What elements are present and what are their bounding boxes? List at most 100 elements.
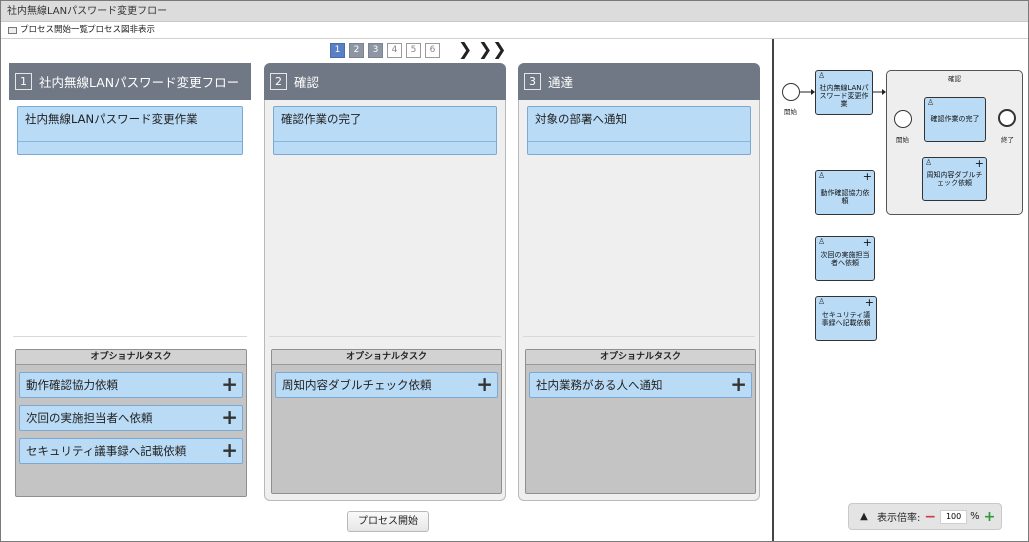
diagram-task-main[interactable]: ♙ 社内無線LANパスワード変更作業 [815, 70, 873, 115]
add-icon: + [862, 236, 872, 249]
page-1[interactable]: 1 [330, 43, 345, 58]
start-label: 開始 [784, 108, 797, 116]
divider [13, 336, 247, 337]
task-label: 確認作業の完了 [281, 112, 362, 126]
optional-tasks-title: オプショナルタスク [272, 350, 501, 365]
step-header-1: 1 社内無線LANパスワード変更フロー [9, 63, 251, 100]
diagram-optional-task[interactable]: ♙ + 周知内容ダブルチェック依頼 [922, 157, 987, 201]
add-icon[interactable]: + [221, 440, 238, 460]
optional-tasks-title: オプショナルタスク [16, 350, 246, 365]
step-header-3: 3 通達 [518, 63, 760, 100]
optional-task-item[interactable]: 次回の実施担当者へ依頼 + [19, 405, 243, 431]
step-header-2: 2 確認 [264, 63, 506, 100]
task-label: 社内無線LANパスワード変更作業 [25, 112, 198, 126]
start-process-button[interactable]: プロセス開始 [347, 511, 429, 532]
person-icon: ♙ [818, 171, 826, 180]
step-number: 1 [15, 73, 32, 90]
step-body-1: 社内無線LANパスワード変更作業 オプショナルタスク 動作確認協力依頼 + 次回… [9, 100, 251, 536]
group-start-label: 開始 [896, 136, 909, 144]
step-title: 社内無線LANパスワード変更フロー [39, 75, 240, 90]
process-diagram-toggle[interactable]: プロセス図非表示 [87, 22, 155, 38]
optional-task-item[interactable]: セキュリティ議事録へ記載依頼 + [19, 438, 243, 464]
start-event[interactable] [782, 83, 800, 101]
task-label: 対象の部署へ通知 [535, 112, 627, 126]
add-icon[interactable]: + [221, 407, 238, 427]
process-steps-panel: 1 2 3 4 5 6 ❯ ❯❯ 1 社内無線LANパスワード変更フロー 社内無… [1, 39, 773, 541]
person-icon: ♙ [818, 71, 826, 80]
person-icon: ♙ [818, 237, 826, 246]
page-4[interactable]: 4 [387, 43, 402, 58]
process-list-button[interactable]: プロセス開始一覧 [8, 22, 88, 38]
zoom-control: ▲ 表示倍率: − % + [848, 503, 1002, 530]
page-3[interactable]: 3 [368, 43, 383, 58]
diagram-task-label: 次回の実施担当者へ依頼 [820, 251, 870, 267]
step-body-2: 確認作業の完了 オプショナルタスク 周知内容ダブルチェック依頼 + [264, 100, 506, 501]
step-number: 3 [524, 73, 541, 90]
next-page-icon[interactable]: ❯ [458, 42, 472, 59]
diagram-optional-task[interactable]: ♙ + 動作確認協力依頼 [815, 170, 875, 215]
optional-tasks-box: オプショナルタスク 周知内容ダブルチェック依頼 + [271, 349, 502, 494]
divider [269, 336, 501, 337]
step-title: 通達 [548, 75, 574, 90]
step-pager: 1 2 3 4 5 6 ❯ ❯❯ [330, 42, 507, 59]
page-2[interactable]: 2 [349, 43, 364, 58]
process-diagram-label: プロセス図非表示 [87, 25, 156, 35]
diagram-task-label: 社内無線LANパスワード変更作業 [819, 84, 869, 108]
diagram-task-label: 動作確認協力依頼 [820, 189, 870, 205]
task-card[interactable]: 対象の部署へ通知 [527, 106, 751, 155]
add-icon: + [862, 170, 872, 183]
group-title: 確認 [948, 75, 961, 83]
page-6[interactable]: 6 [425, 43, 440, 58]
diagram-optional-task[interactable]: ♙ + 次回の実施担当者へ依頼 [815, 236, 875, 281]
optional-tasks-box: オプショナルタスク 社内業務がある人へ通知 + [525, 349, 756, 494]
divider [274, 141, 496, 142]
step-body-3: 対象の部署へ通知 オプショナルタスク 社内業務がある人へ通知 + [518, 100, 760, 501]
person-icon: ♙ [925, 158, 933, 167]
optional-task-label: 次回の実施担当者へ依頼 [26, 411, 153, 425]
optional-task-label: 周知内容ダブルチェック依頼 [282, 378, 432, 392]
divider [528, 141, 750, 142]
step-number: 2 [270, 73, 287, 90]
scroll-top-icon[interactable]: ▲ [855, 511, 873, 522]
divider [18, 141, 242, 142]
app-window: 社内無線LANパスワード変更フロー プロセス開始一覧 プロセス図非表示 1 2 … [0, 0, 1029, 542]
person-icon: ♙ [818, 297, 826, 306]
optional-task-label: 動作確認協力依頼 [26, 378, 118, 392]
last-page-icon[interactable]: ❯❯ [478, 42, 507, 59]
zoom-label: 表示倍率: [877, 513, 921, 524]
optional-task-item[interactable]: 動作確認協力依頼 + [19, 372, 243, 398]
group-start-event[interactable] [894, 110, 912, 128]
step-title: 確認 [294, 75, 320, 90]
window-title: 社内無線LANパスワード変更フロー [1, 1, 1028, 22]
diagram-optional-task[interactable]: ♙ + セキュリティ議事録へ記載依頼 [815, 296, 877, 341]
diagram-task-confirm[interactable]: ♙ 確認作業の完了 [924, 97, 986, 142]
zoom-input[interactable] [940, 509, 968, 524]
optional-task-item[interactable]: 社内業務がある人へ通知 + [529, 372, 752, 398]
person-icon: ♙ [927, 98, 935, 107]
diagram-group-confirm[interactable]: 確認 開始 ♙ 確認作業の完了 終了 ♙ + 周知内容ダブルチェック依頼 [886, 70, 1023, 215]
diagram-task-label: 周知内容ダブルチェック依頼 [926, 171, 983, 187]
zoom-in-icon[interactable]: + [984, 509, 996, 525]
process-diagram-panel: 開始 ♙ 社内無線LANパスワード変更作業 確認 開始 ♙ 確認作業の完了 終了… [774, 39, 1028, 541]
add-icon: + [864, 296, 874, 309]
list-icon [8, 26, 17, 34]
diagram-task-label: 確認作業の完了 [930, 115, 980, 123]
optional-task-label: 社内業務がある人へ通知 [536, 378, 663, 392]
diagram-task-label: セキュリティ議事録へ記載依頼 [821, 311, 871, 327]
optional-tasks-title: オプショナルタスク [526, 350, 755, 365]
end-event[interactable] [998, 109, 1016, 127]
toolbar: プロセス開始一覧 プロセス図非表示 [1, 22, 1028, 39]
process-list-label: プロセス開始一覧 [20, 25, 89, 35]
optional-task-label: セキュリティ議事録へ記載依頼 [26, 444, 187, 458]
divider [523, 336, 755, 337]
optional-task-item[interactable]: 周知内容ダブルチェック依頼 + [275, 372, 498, 398]
task-card[interactable]: 確認作業の完了 [273, 106, 497, 155]
add-icon: + [974, 157, 984, 170]
add-icon[interactable]: + [730, 374, 747, 394]
zoom-unit: % [970, 511, 980, 522]
add-icon[interactable]: + [476, 374, 493, 394]
zoom-out-icon[interactable]: − [924, 509, 936, 525]
task-card[interactable]: 社内無線LANパスワード変更作業 [17, 106, 243, 155]
add-icon[interactable]: + [221, 374, 238, 394]
page-5[interactable]: 5 [406, 43, 421, 58]
